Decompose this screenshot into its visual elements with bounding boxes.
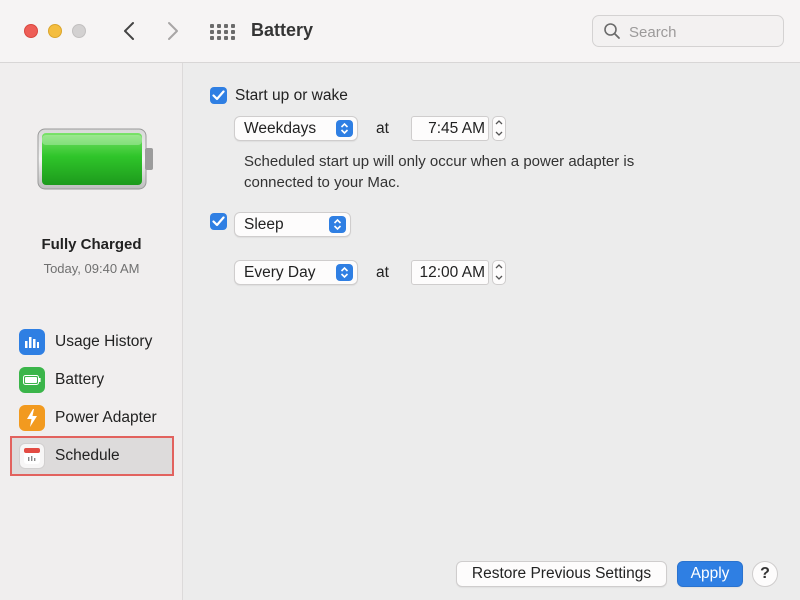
sidebar-item-label: Battery [55, 371, 105, 388]
help-button[interactable]: ? [752, 561, 778, 587]
close-window-button[interactable] [24, 24, 38, 38]
sleep-time-field[interactable] [411, 260, 489, 285]
grid-dot [223, 36, 228, 40]
titlebar: Battery [0, 0, 800, 63]
startup-at-label: at [376, 120, 389, 137]
grid-dot [209, 30, 214, 34]
sidebar-item-schedule[interactable]: Schedule [10, 436, 174, 476]
stepper-down-icon[interactable] [493, 128, 505, 139]
sidebar-item-label: Power Adapter [55, 409, 157, 426]
sleep-at-label: at [376, 264, 389, 281]
updown-chevron-icon [336, 120, 353, 137]
forward-button[interactable] [161, 18, 185, 44]
grid-dot [223, 30, 228, 34]
sidebar-item-power-adapter[interactable]: Power Adapter [12, 400, 172, 436]
grid-icon [209, 24, 214, 28]
sidebar-item-label: Usage History [55, 333, 153, 350]
zoom-window-button[interactable] [72, 24, 86, 38]
restore-previous-settings-button[interactable]: Restore Previous Settings [456, 561, 667, 587]
grid-dot [216, 30, 221, 34]
sidebar-item-usage-history[interactable]: Usage History [12, 324, 172, 360]
sleep-time-input[interactable] [412, 263, 488, 283]
startup-checkbox[interactable] [210, 87, 227, 104]
stepper-down-icon[interactable] [493, 272, 505, 283]
calendar-icon [19, 443, 45, 469]
search-input[interactable] [627, 20, 781, 44]
battery-icon [19, 367, 45, 393]
apply-button[interactable]: Apply [677, 561, 743, 587]
sleep-repeat-popup[interactable]: Every Day [234, 260, 358, 285]
startup-label: Start up or wake [235, 87, 348, 104]
grid-dot [209, 36, 214, 40]
sleep-action-popup[interactable]: Sleep [234, 212, 351, 237]
battery-level-graphic [37, 128, 153, 190]
grid-dot [230, 36, 235, 40]
startup-repeat-popup[interactable]: Weekdays [234, 116, 358, 141]
stepper-up-icon[interactable] [493, 261, 505, 272]
sidebar: Fully Charged Today, 09:40 AM Usage Hist… [0, 63, 183, 600]
updown-chevron-icon [336, 264, 353, 281]
sidebar-item-label: Schedule [55, 447, 120, 464]
minimize-window-button[interactable] [48, 24, 62, 38]
schedule-pane: Start up or wake Weekdays at Scheduled s… [183, 63, 800, 600]
sidebar-item-battery[interactable]: Battery [12, 362, 172, 398]
back-button[interactable] [117, 18, 141, 44]
grid-dot [216, 24, 221, 28]
window-title: Battery [251, 20, 314, 40]
grid-dot [223, 24, 228, 28]
stepper-up-icon[interactable] [493, 117, 505, 128]
checkmark-icon [212, 90, 225, 101]
lightning-bolt-icon [19, 405, 45, 431]
bar-chart-icon [19, 329, 45, 355]
sleep-repeat-value: Every Day [244, 264, 316, 281]
chevron-right-icon [168, 22, 178, 40]
startup-time-input[interactable] [412, 119, 488, 139]
search-box[interactable] [592, 15, 784, 47]
grid-dot [230, 24, 235, 28]
startup-note: Scheduled start up will only occur when … [244, 153, 635, 191]
startup-repeat-value: Weekdays [244, 120, 317, 137]
sleep-time-stepper[interactable] [492, 260, 506, 285]
grid-dot [230, 30, 235, 34]
startup-time-stepper[interactable] [492, 116, 506, 141]
battery-status-title: Fully Charged [41, 236, 142, 253]
show-all-button[interactable] [208, 20, 236, 44]
sleep-checkbox[interactable] [210, 213, 227, 230]
grid-dot [216, 36, 221, 40]
sleep-action-value: Sleep [244, 216, 284, 233]
search-icon [604, 23, 620, 39]
checkmark-icon [212, 216, 225, 227]
chevron-left-icon [124, 22, 134, 40]
updown-chevron-icon [329, 216, 346, 233]
system-preferences-window: Battery Search Fully Charged Today, 09:4… [0, 0, 800, 600]
startup-time-field[interactable] [411, 116, 489, 141]
battery-status-time: Today, 09:40 AM [43, 261, 140, 276]
